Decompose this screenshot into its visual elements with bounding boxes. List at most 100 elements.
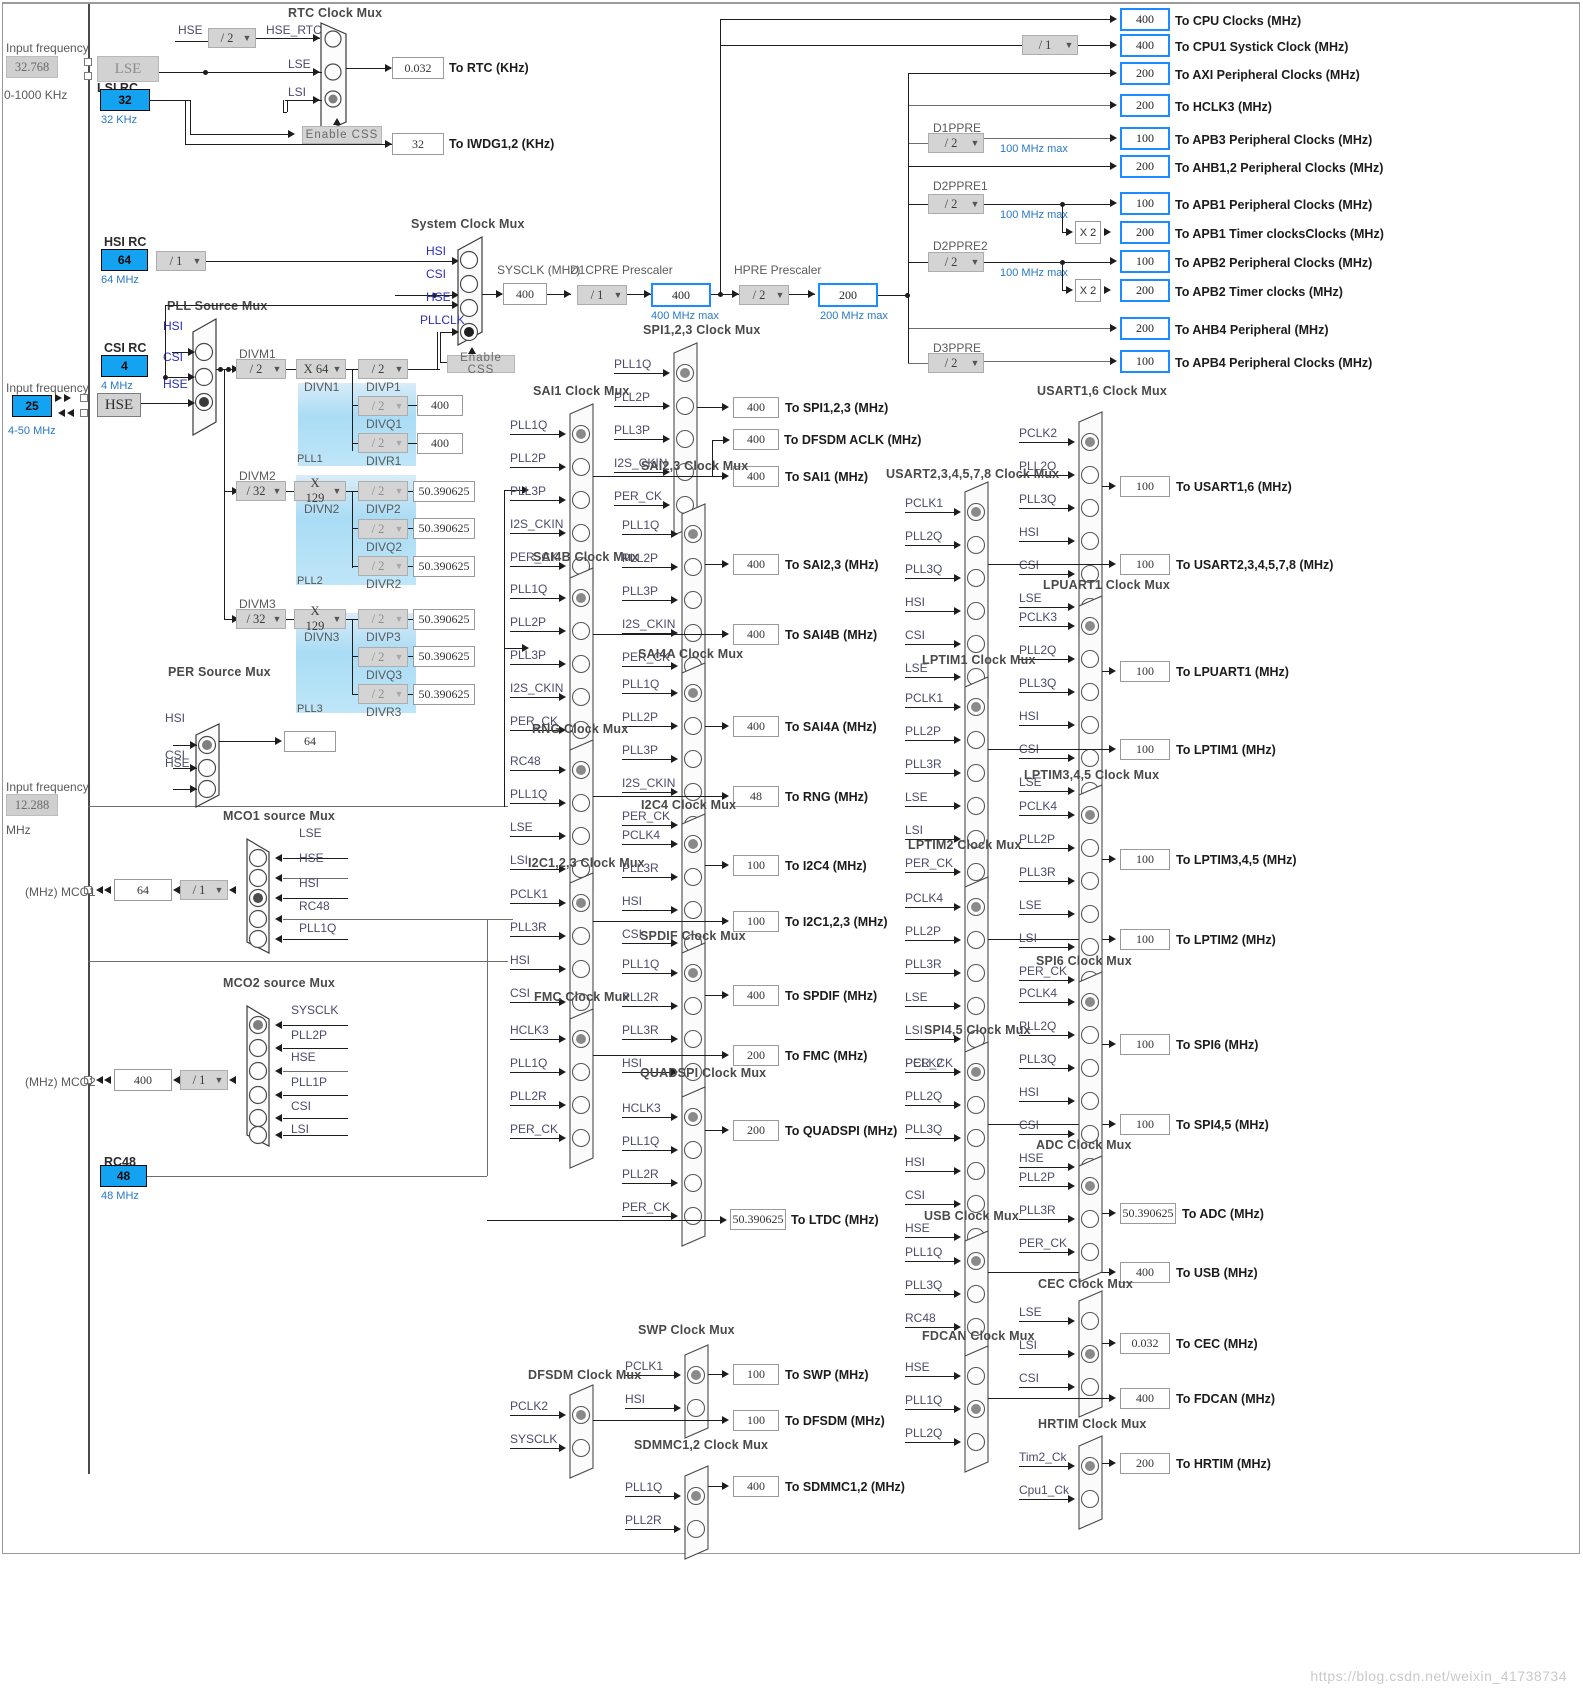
mco2-divider[interactable]: / 1 ▼ bbox=[180, 1070, 228, 1090]
mco1-source-mux[interactable] bbox=[243, 838, 275, 954]
mux-output-value-spi4-5-clock-mux[interactable]: 100 bbox=[1120, 1114, 1170, 1135]
mux-usart2-3-4-5-7-8-clock-mux[interactable] bbox=[963, 481, 993, 708]
mux-quadspi-clock-mux[interactable] bbox=[680, 1086, 710, 1247]
hpre-prescaler[interactable]: / 2 ▼ bbox=[739, 285, 789, 305]
bus-output-value-2[interactable]: 200 bbox=[1120, 62, 1170, 85]
mux-output-value-sdmmc1-2-clock-mux[interactable]: 400 bbox=[733, 1476, 779, 1497]
mux-output-value-adc-clock-mux[interactable]: 50.390625 bbox=[1120, 1203, 1176, 1224]
mux-output-value-lptim3-4-5-clock-mux[interactable]: 100 bbox=[1120, 849, 1170, 870]
divp1-combo[interactable]: / 2 ▼ bbox=[358, 359, 408, 379]
mux-dfsdm-clock-mux[interactable] bbox=[568, 1384, 598, 1479]
d1ppre-prescaler[interactable]: / 2 ▼ bbox=[928, 133, 984, 153]
mux-output-value-swp-clock-mux[interactable]: 100 bbox=[733, 1364, 779, 1385]
mux-output-value-sai4a-clock-mux[interactable]: 400 bbox=[733, 716, 779, 737]
divq3-out-value[interactable]: 50.390625 bbox=[413, 646, 475, 667]
rtc-enable-css-button[interactable]: Enable CSS bbox=[302, 126, 382, 144]
rtc-output-value[interactable]: 0.032 bbox=[392, 57, 444, 79]
mux-output-value-dfsdm-clock-mux[interactable]: 100 bbox=[733, 1410, 779, 1431]
mux-output-value-spi1-2-3-clock-mux[interactable]: 400 bbox=[733, 397, 779, 418]
hsi-divider[interactable]: / 1 ▼ bbox=[156, 251, 206, 271]
mux-output-value-hrtim-clock-mux[interactable]: 200 bbox=[1120, 1453, 1170, 1474]
lse-block[interactable]: LSE bbox=[97, 56, 159, 82]
mux-output-value-sai4b-clock-mux[interactable]: 400 bbox=[733, 624, 779, 645]
bus-output-value-0[interactable]: 400 bbox=[1120, 8, 1170, 31]
mco2-value[interactable]: 400 bbox=[114, 1069, 172, 1091]
mux-fmc-clock-mux[interactable] bbox=[568, 1008, 598, 1169]
ltdc-value[interactable]: 50.390625 bbox=[730, 1209, 786, 1230]
mux-output-value-i2c4-clock-mux[interactable]: 100 bbox=[733, 855, 779, 876]
divr2-combo[interactable]: / 2 ▼ bbox=[358, 556, 408, 576]
lse-input-frequency-field[interactable]: 32.768 bbox=[6, 56, 58, 78]
mux-output-value-lptim2-clock-mux[interactable]: 100 bbox=[1120, 929, 1170, 950]
divp3-out-value[interactable]: 50.390625 bbox=[413, 609, 475, 630]
rtc-hse-divider[interactable]: / 2 ▼ bbox=[208, 28, 256, 48]
per-out-value[interactable]: 64 bbox=[284, 731, 336, 752]
pll-source-mux[interactable] bbox=[192, 318, 222, 436]
bus-output-value-3[interactable]: 200 bbox=[1120, 94, 1170, 117]
lsi-rc-value[interactable]: 32 bbox=[100, 89, 150, 111]
hpre-out-value[interactable]: 200 bbox=[818, 283, 878, 307]
divr3-out-value[interactable]: 50.390625 bbox=[413, 684, 475, 705]
bus-output-value-7[interactable]: 200 bbox=[1120, 221, 1170, 244]
mux-output-value-fmc-clock-mux[interactable]: 200 bbox=[733, 1045, 779, 1066]
divr1-combo[interactable]: / 2 ▼ bbox=[358, 433, 408, 453]
hse-block[interactable]: HSE bbox=[97, 393, 141, 417]
mux-output-value-usart1-6-clock-mux[interactable]: 100 bbox=[1120, 476, 1170, 497]
bus-output-value-9[interactable]: 200 bbox=[1120, 279, 1170, 302]
mux-output-value-spdif-clock-mux[interactable]: 400 bbox=[733, 985, 779, 1006]
divp3-combo[interactable]: / 2 ▼ bbox=[358, 609, 408, 629]
mux-output-value-usart2-3-4-5-7-8-clock-mux[interactable]: 100 bbox=[1120, 554, 1170, 575]
sysclk-value[interactable]: 400 bbox=[503, 283, 547, 305]
dfsdm-aclk-value[interactable]: 400 bbox=[733, 429, 779, 450]
i2s-input-frequency-field[interactable]: 12.288 bbox=[6, 794, 58, 816]
mux-fdcan-clock-mux[interactable] bbox=[963, 1345, 993, 1473]
hse-input-frequency-field[interactable]: 25 bbox=[12, 395, 52, 417]
mco1-divider[interactable]: / 1 ▼ bbox=[180, 880, 228, 900]
divp2-combo[interactable]: / 2 ▼ bbox=[358, 481, 408, 501]
mux-output-value-fdcan-clock-mux[interactable]: 400 bbox=[1120, 1388, 1170, 1409]
mux-swp-clock-mux[interactable] bbox=[683, 1344, 713, 1439]
divq1-out-value[interactable]: 400 bbox=[417, 395, 463, 416]
csi-rc-value[interactable]: 4 bbox=[101, 355, 148, 377]
bus-output-value-10[interactable]: 200 bbox=[1120, 317, 1170, 340]
mux-adc-clock-mux[interactable] bbox=[1077, 1155, 1107, 1283]
divm3-combo[interactable]: / 32 ▼ bbox=[236, 609, 286, 629]
divq1-combo[interactable]: / 2 ▼ bbox=[358, 396, 408, 416]
sysclk-enable-css-button[interactable]: Enable CSS bbox=[447, 352, 515, 376]
divp2-out-value[interactable]: 50.390625 bbox=[413, 481, 475, 502]
bus-output-value-5[interactable]: 200 bbox=[1120, 155, 1170, 178]
per-source-mux[interactable] bbox=[195, 723, 225, 808]
system-clock-mux[interactable] bbox=[456, 236, 488, 346]
bus-output-value-4[interactable]: 100 bbox=[1120, 127, 1170, 150]
mux-output-value-rng-clock-mux[interactable]: 48 bbox=[733, 786, 779, 807]
mux-output-value-quadspi-clock-mux[interactable]: 200 bbox=[733, 1120, 779, 1141]
d2ppre1-prescaler[interactable]: / 2 ▼ bbox=[928, 194, 984, 214]
d2ppre2-prescaler[interactable]: / 2 ▼ bbox=[928, 252, 984, 272]
mux-output-value-cec-clock-mux[interactable]: 0.032 bbox=[1120, 1333, 1170, 1354]
divq2-combo[interactable]: / 2 ▼ bbox=[358, 519, 408, 539]
divq2-out-value[interactable]: 50.390625 bbox=[413, 518, 475, 539]
mux-output-value-lptim1-clock-mux[interactable]: 100 bbox=[1120, 739, 1170, 760]
divr1-out-value[interactable]: 400 bbox=[417, 433, 463, 454]
divm2-combo[interactable]: / 32 ▼ bbox=[236, 481, 286, 501]
mux-hrtim-clock-mux[interactable] bbox=[1077, 1435, 1107, 1530]
mux-output-value-spi6-clock-mux[interactable]: 100 bbox=[1120, 1034, 1170, 1055]
mco1-value[interactable]: 64 bbox=[114, 879, 172, 901]
divq3-combo[interactable]: / 2 ▼ bbox=[358, 647, 408, 667]
mux-output-value-lpuart1-clock-mux[interactable]: 100 bbox=[1120, 661, 1170, 682]
bus-output-value-8[interactable]: 100 bbox=[1120, 250, 1170, 273]
mux-output-value-sai2-3-clock-mux[interactable]: 400 bbox=[733, 554, 779, 575]
iwdg-output-value[interactable]: 32 bbox=[392, 133, 444, 155]
d1cpre-prescaler[interactable]: / 1 ▼ bbox=[577, 285, 627, 305]
divn3-combo[interactable]: X 129 ▼ bbox=[294, 604, 346, 633]
bus-output-value-6[interactable]: 100 bbox=[1120, 192, 1170, 215]
rc48-value[interactable]: 48 bbox=[100, 1165, 147, 1187]
cpu1-systick-divider[interactable]: / 1 ▼ bbox=[1022, 35, 1078, 55]
bus-output-value-1[interactable]: 400 bbox=[1120, 34, 1170, 57]
d3ppre-prescaler[interactable]: / 2 ▼ bbox=[928, 353, 984, 373]
divm1-combo[interactable]: / 2 ▼ bbox=[236, 359, 286, 379]
divr2-out-value[interactable]: 50.390625 bbox=[413, 556, 475, 577]
d1cpre-out-value[interactable]: 400 bbox=[651, 283, 711, 307]
mco2-source-mux[interactable] bbox=[243, 1005, 275, 1147]
bus-output-value-11[interactable]: 100 bbox=[1120, 350, 1170, 373]
